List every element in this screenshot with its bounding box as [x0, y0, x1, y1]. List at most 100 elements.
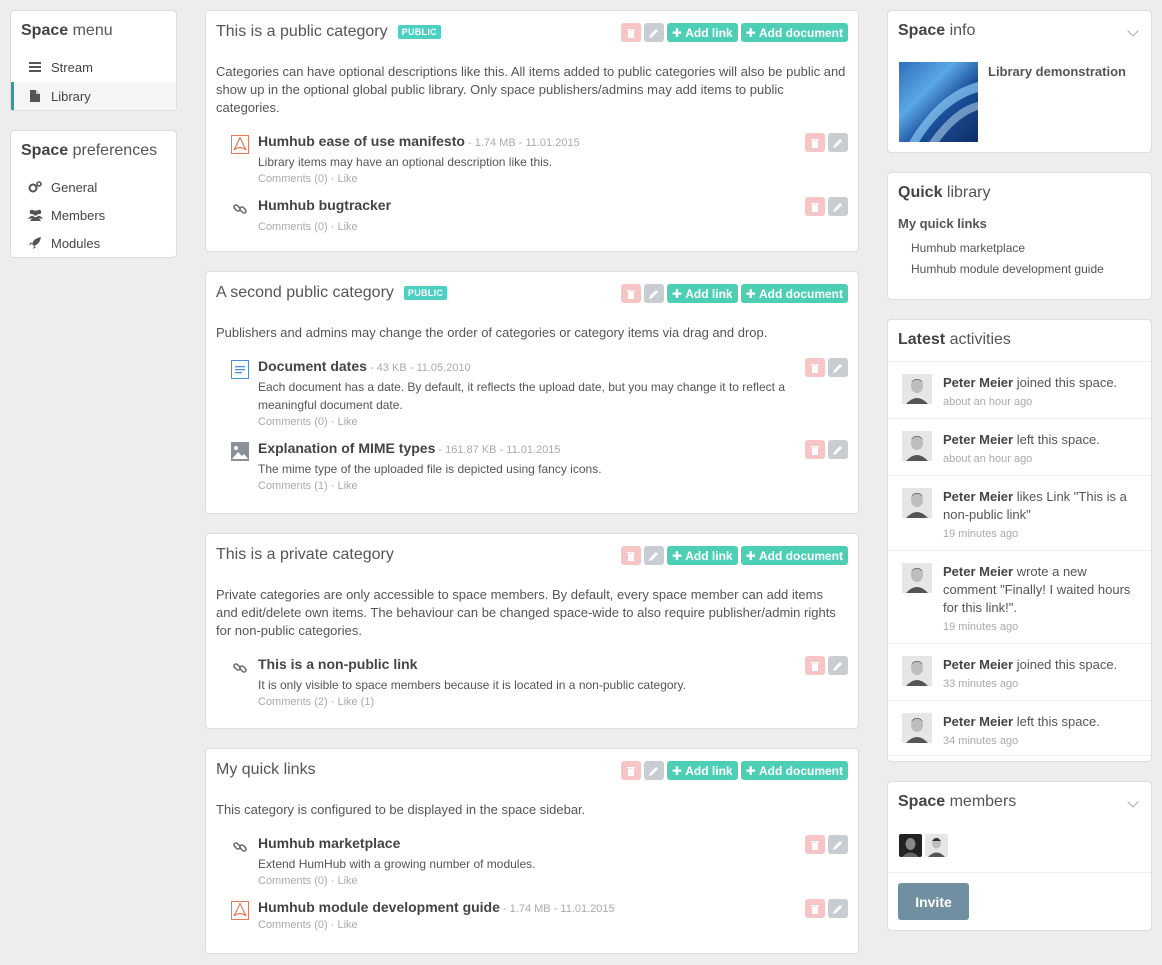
- pencil-icon: [833, 661, 842, 671]
- space-image: [899, 62, 978, 142]
- delete-category-button[interactable]: [620, 761, 641, 780]
- trash-icon: [811, 445, 819, 455]
- pdf-icon: [230, 135, 249, 154]
- edit-item-button[interactable]: [828, 197, 848, 216]
- delete-category-button[interactable]: [620, 23, 641, 42]
- comments-link[interactable]: Comments (0): [258, 919, 328, 931]
- member-avatar[interactable]: [899, 834, 922, 857]
- delete-item-button[interactable]: [805, 656, 825, 675]
- delete-item-button[interactable]: [805, 133, 825, 152]
- comments-link[interactable]: Comments (0): [258, 875, 328, 887]
- edit-item-button[interactable]: [828, 440, 848, 459]
- comments-link[interactable]: Comments (1): [258, 480, 328, 492]
- category-card: My quick links ✚ Add link ✚ Add document…: [205, 748, 859, 954]
- avatar: [902, 563, 932, 593]
- add-link-button[interactable]: ✚ Add link: [666, 23, 738, 42]
- item-title[interactable]: Document dates - 43 KB - 11.05.2010: [258, 358, 471, 374]
- item-footer: Comments (0) · Like: [258, 919, 358, 931]
- like-link[interactable]: Like: [337, 416, 357, 428]
- trash-icon: [626, 551, 635, 561]
- comments-link[interactable]: Comments (2): [258, 696, 328, 708]
- add-link-button[interactable]: ✚ Add link: [666, 546, 738, 565]
- item-title[interactable]: Humhub bugtracker: [258, 197, 391, 213]
- like-link[interactable]: Like (1): [337, 696, 374, 708]
- collapse-chevron-icon[interactable]: [1127, 796, 1139, 808]
- delete-item-button[interactable]: [805, 440, 825, 459]
- comments-link[interactable]: Comments (0): [258, 416, 328, 428]
- edit-item-button[interactable]: [828, 656, 848, 675]
- delete-category-button[interactable]: [620, 284, 641, 303]
- collapse-chevron-icon[interactable]: [1127, 25, 1139, 37]
- item-actions: [805, 197, 848, 216]
- activity-item[interactable]: Peter Meier left this space. 34 minutes a…: [888, 700, 1151, 757]
- image-icon: [230, 442, 249, 461]
- item-actions: [805, 133, 848, 152]
- category-actions: ✚ Add link ✚ Add document: [620, 284, 848, 303]
- item-title[interactable]: Humhub module development guide - 1.74 M…: [258, 899, 615, 915]
- item-title[interactable]: Explanation of MIME types - 161.87 KB - …: [258, 440, 561, 456]
- comments-link[interactable]: Comments (0): [258, 173, 328, 185]
- category-title: A second public category PUBLIC: [216, 284, 448, 302]
- category-actions: ✚ Add link ✚ Add document: [620, 761, 848, 780]
- activity-item[interactable]: Peter Meier joined this space. 33 minutes…: [888, 643, 1151, 700]
- add-link-button[interactable]: ✚ Add link: [666, 284, 738, 303]
- delete-item-button[interactable]: [805, 899, 825, 918]
- quick-link[interactable]: Humhub module development guide: [911, 262, 1104, 276]
- like-link[interactable]: Like: [337, 480, 357, 492]
- delete-item-button[interactable]: [805, 197, 825, 216]
- add-document-button[interactable]: ✚ Add document: [740, 546, 848, 565]
- edit-item-button[interactable]: [828, 899, 848, 918]
- like-link[interactable]: Like: [337, 919, 357, 931]
- activity-item[interactable]: Peter Meier joined this space. about an h…: [888, 361, 1151, 418]
- pref-item-members[interactable]: Members: [11, 201, 176, 229]
- edit-category-button[interactable]: [643, 23, 664, 42]
- activities-scrollbar[interactable]: [888, 755, 1151, 761]
- add-document-button[interactable]: ✚ Add document: [740, 284, 848, 303]
- add-document-button[interactable]: ✚ Add document: [740, 761, 848, 780]
- pref-item-general[interactable]: General: [11, 173, 176, 201]
- menu-item-stream[interactable]: Stream: [11, 53, 176, 81]
- activity-item[interactable]: Peter Meier likes Link "This is a non-pu…: [888, 475, 1151, 550]
- item-actions: [805, 835, 848, 854]
- edit-category-button[interactable]: [643, 546, 664, 565]
- pref-item-modules[interactable]: Modules: [11, 229, 176, 257]
- item-footer: Comments (0) · Like: [258, 875, 358, 887]
- like-link[interactable]: Like: [337, 875, 357, 887]
- add-link-button[interactable]: ✚ Add link: [666, 761, 738, 780]
- add-document-button[interactable]: ✚ Add document: [740, 23, 848, 42]
- edit-item-button[interactable]: [828, 835, 848, 854]
- avatar: [902, 656, 932, 686]
- edit-item-button[interactable]: [828, 133, 848, 152]
- library-item: Humhub ease of use manifesto - 1.74 MB -…: [230, 133, 848, 189]
- delete-item-button[interactable]: [805, 358, 825, 377]
- item-description: It is only visible to space members beca…: [258, 678, 686, 692]
- activity-item[interactable]: Peter Meier wrote a new comment "Finally…: [888, 550, 1151, 643]
- delete-item-button[interactable]: [805, 835, 825, 854]
- category-description: This category is configured to be displa…: [216, 802, 586, 817]
- member-avatar[interactable]: [925, 834, 948, 857]
- edit-category-button[interactable]: [643, 761, 664, 780]
- menu-item-library[interactable]: Library: [11, 82, 176, 110]
- activity-text: Peter Meier left this space. about an hou…: [943, 432, 1100, 465]
- item-title[interactable]: This is a non-public link: [258, 656, 417, 672]
- comments-link[interactable]: Comments (0): [258, 221, 328, 233]
- delete-category-button[interactable]: [620, 546, 641, 565]
- activity-item[interactable]: Peter Meier left this space. about an hou…: [888, 418, 1151, 475]
- link-icon: [230, 658, 249, 677]
- activity-time: 34 minutes ago: [943, 735, 1019, 747]
- item-title[interactable]: Humhub ease of use manifesto - 1.74 MB -…: [258, 133, 580, 149]
- edit-item-button[interactable]: [828, 358, 848, 377]
- category-description: Categories can have optional description…: [216, 64, 846, 115]
- item-meta: - 43 KB - 11.05.2010: [366, 362, 471, 374]
- invite-button[interactable]: Invite: [898, 883, 969, 920]
- activity-time: 19 minutes ago: [943, 621, 1019, 633]
- latest-activities-title: Latest activities: [898, 331, 1011, 348]
- like-link[interactable]: Like: [337, 173, 357, 185]
- like-link[interactable]: Like: [337, 221, 357, 233]
- item-title[interactable]: Humhub marketplace: [258, 835, 400, 851]
- edit-category-button[interactable]: [643, 284, 664, 303]
- pencil-icon: [833, 363, 842, 373]
- item-description: Extend HumHub with a growing number of m…: [258, 857, 536, 871]
- quick-link[interactable]: Humhub marketplace: [911, 241, 1025, 255]
- pencil-icon: [833, 840, 842, 850]
